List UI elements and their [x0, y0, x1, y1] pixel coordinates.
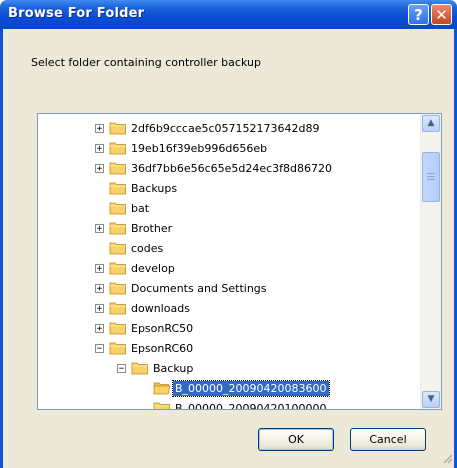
tree-item[interactable]: − Backup: [38, 359, 421, 379]
tree-item-label: Backups: [131, 182, 178, 195]
ok-button[interactable]: OK: [258, 428, 334, 451]
tree-item[interactable]: B_00000_20090420100000: [38, 399, 421, 409]
thumb-grip-line: [427, 173, 435, 174]
folder-tree[interactable]: +2df6b9cccae5c057152173642d89 +19eb16f39e…: [37, 113, 442, 410]
tree-item-label: Backup: [153, 362, 194, 375]
folder-icon: [109, 342, 126, 355]
tree-item[interactable]: + develop: [38, 259, 421, 279]
tree-item[interactable]: + Documents and Settings: [38, 279, 421, 299]
expand-icon[interactable]: +: [95, 284, 104, 294]
tree-item-label: Brother: [131, 222, 173, 235]
resize-grip-icon[interactable]: [441, 452, 453, 464]
tree-item[interactable]: + EpsonRC50: [38, 319, 421, 339]
tree-item-label: downloads: [131, 302, 190, 315]
folder-icon: [109, 262, 126, 275]
tree-item-label: codes: [131, 242, 164, 255]
tree-item-label: 2df6b9cccae5c057152173642d89: [131, 122, 320, 135]
tree-item[interactable]: +19eb16f39eb996d656eb: [38, 139, 421, 159]
folder-icon: [109, 322, 126, 335]
tree-item[interactable]: codes: [38, 239, 421, 259]
scroll-thumb[interactable]: [422, 152, 440, 202]
tree-item-label: B_00000_20090420100000: [175, 402, 327, 409]
folder-icon: [109, 242, 126, 255]
vertical-scrollbar[interactable]: ▲ ▼: [420, 114, 441, 409]
tree-item[interactable]: +36df7bb6e56c65e5d24ec3f8d86720: [38, 159, 421, 179]
folder-icon: [109, 222, 126, 235]
expand-icon[interactable]: +: [95, 324, 104, 334]
expand-icon[interactable]: +: [95, 164, 104, 174]
cancel-button[interactable]: Cancel: [350, 428, 426, 451]
folder-icon: [109, 282, 126, 295]
window-title: Browse For Folder: [8, 6, 145, 21]
collapse-icon[interactable]: −: [95, 344, 104, 354]
help-button[interactable]: ?: [408, 4, 429, 25]
tree-item[interactable]: − EpsonRC60: [38, 339, 421, 359]
tree-content[interactable]: +2df6b9cccae5c057152173642d89 +19eb16f39e…: [38, 114, 421, 409]
instruction-text: Select folder containing controller back…: [31, 56, 261, 69]
close-button[interactable]: ✕: [431, 4, 452, 25]
tree-item-label: B_00000_20090420083600: [172, 380, 330, 397]
tree-item[interactable]: + Brother: [38, 219, 421, 239]
folder-icon: [153, 402, 170, 409]
thumb-grip-line: [427, 176, 435, 177]
tree-item[interactable]: B_00000_20090420083600: [38, 379, 421, 399]
expand-icon[interactable]: +: [95, 264, 104, 274]
tree-item[interactable]: Backups: [38, 179, 421, 199]
thumb-grip-line: [427, 179, 435, 180]
folder-icon: [109, 142, 126, 155]
folder-icon: [153, 382, 171, 395]
folder-icon: [109, 182, 126, 195]
scroll-down-arrow-icon[interactable]: ▼: [422, 391, 440, 408]
folder-icon: [109, 202, 126, 215]
title-bar[interactable]: Browse For Folder ? ✕: [0, 0, 457, 29]
folder-icon: [109, 122, 126, 135]
folder-icon: [109, 162, 126, 175]
tree-item[interactable]: +2df6b9cccae5c057152173642d89: [38, 119, 421, 139]
collapse-icon[interactable]: −: [117, 364, 126, 374]
expand-icon[interactable]: +: [95, 304, 104, 314]
tree-item-label: Documents and Settings: [131, 282, 267, 295]
folder-icon: [131, 362, 148, 375]
tree-item[interactable]: + downloads: [38, 299, 421, 319]
tree-item-label: bat: [131, 202, 150, 215]
scroll-up-arrow-icon[interactable]: ▲: [422, 115, 440, 132]
folder-icon: [109, 302, 126, 315]
browse-folder-dialog: Browse For Folder ? ✕ Select folder cont…: [0, 0, 457, 468]
tree-item-label: EpsonRC60: [131, 342, 194, 355]
tree-item-label: 19eb16f39eb996d656eb: [131, 142, 268, 155]
expand-icon[interactable]: +: [95, 124, 104, 134]
tree-item-label: EpsonRC50: [131, 322, 194, 335]
tree-item-label: develop: [131, 262, 175, 275]
tree-item-label: 36df7bb6e56c65e5d24ec3f8d86720: [131, 162, 333, 175]
expand-icon[interactable]: +: [95, 144, 104, 154]
tree-item[interactable]: bat: [38, 199, 421, 219]
expand-icon[interactable]: +: [95, 224, 104, 234]
